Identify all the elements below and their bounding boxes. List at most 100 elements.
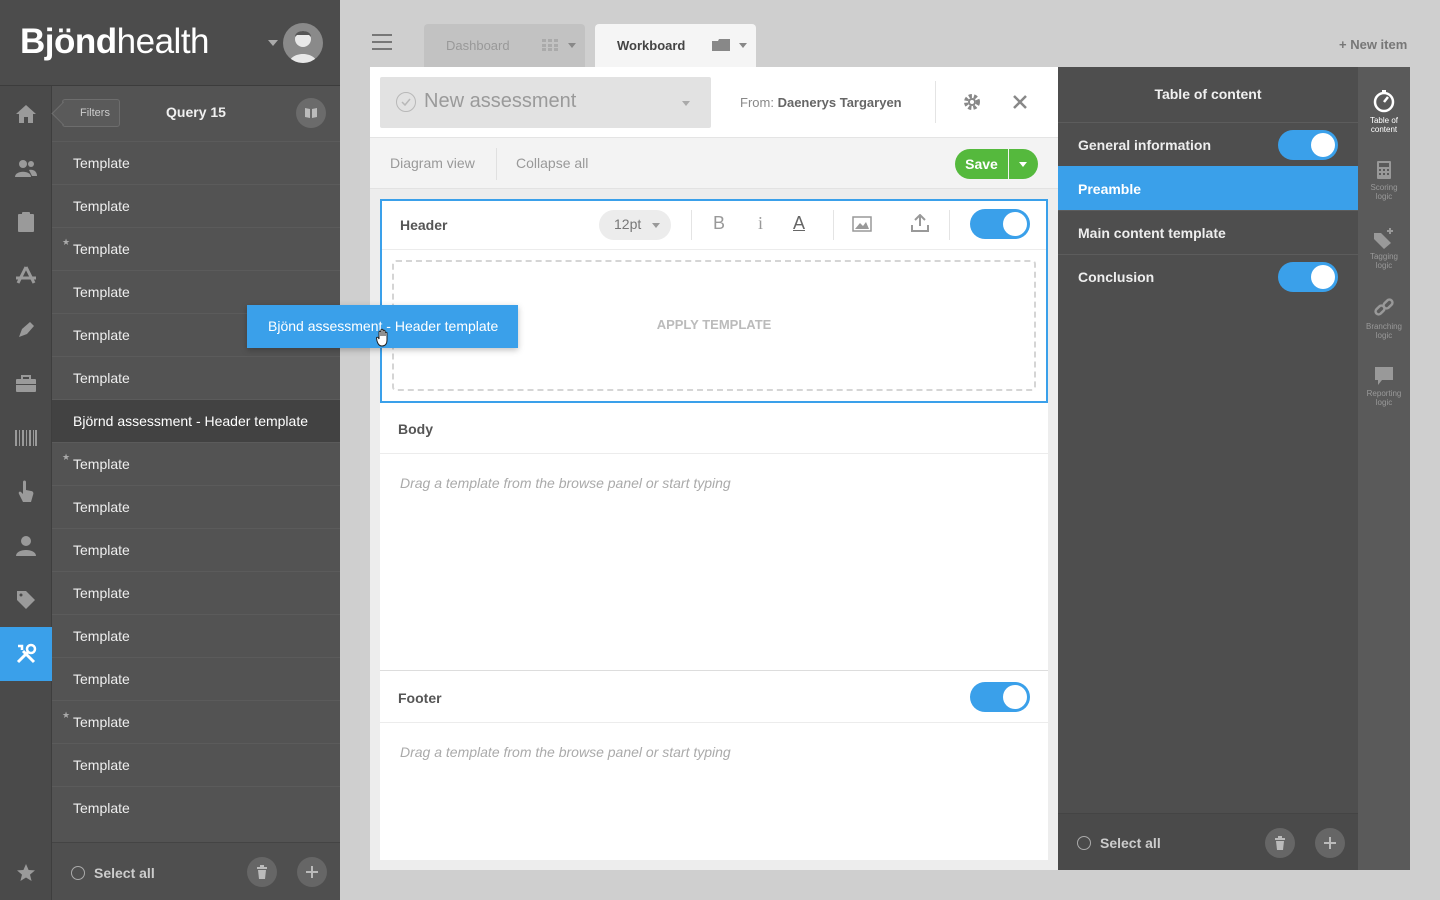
users-icon[interactable]: [0, 141, 52, 195]
list-item-label: Template: [73, 714, 130, 730]
star-icon[interactable]: [0, 846, 52, 900]
toc-item[interactable]: Preamble: [1058, 166, 1358, 210]
tagging-logic-icon: [1374, 228, 1393, 249]
toc-select-all-checkbox[interactable]: [1077, 836, 1091, 850]
reporting-logic-icon: [1375, 367, 1393, 385]
template-list: Template Template ★ Template Template Templat…: [52, 141, 340, 829]
list-item[interactable]: Template: [52, 485, 340, 528]
list-item-label: Björnd assessment - Header template: [73, 413, 308, 429]
footer-toggle[interactable]: [970, 682, 1030, 712]
tab-dashboard-caret-icon[interactable]: [568, 43, 576, 48]
settings-button[interactable]: [962, 92, 982, 117]
save-options-caret-icon[interactable]: [1009, 149, 1038, 179]
list-item[interactable]: Template: [52, 141, 340, 184]
header-toggle[interactable]: [970, 209, 1030, 239]
body-section-title-row: Body: [380, 403, 1048, 454]
reporting-logic-tool[interactable]: Reporting logic: [1358, 366, 1410, 407]
toc-select-all-label[interactable]: Select all: [1100, 835, 1161, 851]
menu-icon[interactable]: [372, 34, 392, 50]
barcode-icon[interactable]: [0, 411, 52, 465]
clipboard-icon[interactable]: [0, 195, 52, 249]
list-item[interactable]: ★ Template: [52, 227, 340, 270]
delete-button[interactable]: [247, 857, 277, 887]
list-item-label: Template: [73, 327, 130, 343]
toc-delete-button[interactable]: [1265, 828, 1295, 858]
left-footer: Select all: [52, 842, 340, 900]
list-item[interactable]: Template: [52, 528, 340, 571]
list-item-label: Template: [73, 542, 130, 558]
image-icon: [852, 216, 872, 232]
header-section[interactable]: Header 12pt B i A APPLY TEMPLATE: [380, 199, 1048, 403]
icon-rail: [0, 86, 52, 900]
table-of-content-tool[interactable]: Table of content: [1358, 89, 1410, 134]
diagram-view-link[interactable]: Diagram view: [390, 155, 475, 171]
insert-image-button[interactable]: [852, 216, 872, 237]
text-color-button[interactable]: A: [793, 213, 805, 234]
toc-item[interactable]: Main content template: [1058, 210, 1358, 254]
tab-workboard-caret-icon[interactable]: [739, 43, 747, 48]
list-item[interactable]: Template: [52, 614, 340, 657]
select-all-label[interactable]: Select all: [94, 865, 155, 881]
list-item[interactable]: ★ Template: [52, 442, 340, 485]
italic-button[interactable]: i: [758, 213, 763, 234]
list-item[interactable]: Template: [52, 743, 340, 786]
toc-item[interactable]: General information: [1058, 122, 1358, 166]
from-name: Daenerys Targaryen: [777, 95, 902, 110]
list-item[interactable]: ★ Template: [52, 700, 340, 743]
list-item[interactable]: Template: [52, 786, 340, 829]
avatar[interactable]: [283, 23, 323, 63]
person-icon[interactable]: [0, 519, 52, 573]
footer-section[interactable]: Footer Drag a template from the browse p…: [380, 671, 1048, 860]
tagging-logic-tool[interactable]: Tagging logic: [1358, 227, 1410, 270]
branching-logic-tool[interactable]: Branching logic: [1358, 297, 1410, 340]
close-button[interactable]: [1012, 89, 1028, 116]
upload-button[interactable]: [911, 213, 929, 238]
list-item[interactable]: Björnd assessment - Header template: [52, 399, 340, 442]
font-size-select[interactable]: 12pt: [599, 210, 671, 240]
browse-book-button[interactable]: [296, 98, 326, 128]
toc-item-label: General information: [1078, 137, 1212, 153]
toc-add-button[interactable]: [1315, 828, 1345, 858]
new-item-button[interactable]: + New item: [1339, 37, 1407, 52]
select-all-checkbox[interactable]: [71, 866, 85, 880]
toc-item[interactable]: Conclusion: [1058, 254, 1358, 298]
list-item[interactable]: Template: [52, 657, 340, 700]
footer-placeholder[interactable]: Drag a template from the browse panel or…: [400, 744, 731, 760]
divider: [496, 148, 497, 180]
list-item-label: Template: [73, 370, 130, 386]
add-button[interactable]: [297, 857, 327, 887]
home-icon[interactable]: [0, 87, 52, 141]
tool-label: content: [1370, 125, 1398, 134]
tool-label: logic: [1375, 261, 1393, 270]
briefcase-icon[interactable]: [0, 357, 52, 411]
assessment-title-select[interactable]: New assessment: [380, 77, 711, 128]
pen-icon[interactable]: [0, 303, 52, 357]
divider: [833, 210, 834, 240]
toc-item-toggle[interactable]: [1278, 262, 1338, 292]
tab-dashboard[interactable]: Dashboard: [424, 24, 585, 67]
app-store-icon[interactable]: [0, 249, 52, 303]
brand-logo[interactable]: Bjöndhealth: [20, 22, 210, 62]
list-item[interactable]: Template: [52, 356, 340, 399]
body-section[interactable]: Body Drag a template from the browse pan…: [380, 403, 1048, 671]
trash-icon: [1275, 836, 1285, 850]
body-placeholder[interactable]: Drag a template from the browse panel or…: [400, 475, 731, 491]
account-caret-icon[interactable]: [268, 40, 278, 46]
bold-button[interactable]: B: [713, 213, 725, 234]
save-button[interactable]: Save: [955, 149, 1008, 179]
footer-section-title-row: Footer: [380, 671, 1048, 723]
tools-icon[interactable]: [0, 627, 52, 681]
touch-icon[interactable]: [0, 465, 52, 519]
list-item-label: Template: [73, 757, 130, 773]
collapse-all-link[interactable]: Collapse all: [516, 155, 588, 171]
book-icon: [305, 108, 317, 118]
list-item[interactable]: Template: [52, 571, 340, 614]
tag-icon[interactable]: [0, 573, 52, 627]
toc-item-label: Conclusion: [1078, 269, 1155, 285]
trash-icon: [257, 865, 267, 879]
list-item[interactable]: Template: [52, 184, 340, 227]
scoring-logic-tool[interactable]: Scoring logic: [1358, 160, 1410, 201]
toc-item-toggle[interactable]: [1278, 130, 1338, 160]
tool-label: Branching: [1365, 322, 1403, 331]
tab-workboard[interactable]: Workboard: [595, 24, 756, 67]
